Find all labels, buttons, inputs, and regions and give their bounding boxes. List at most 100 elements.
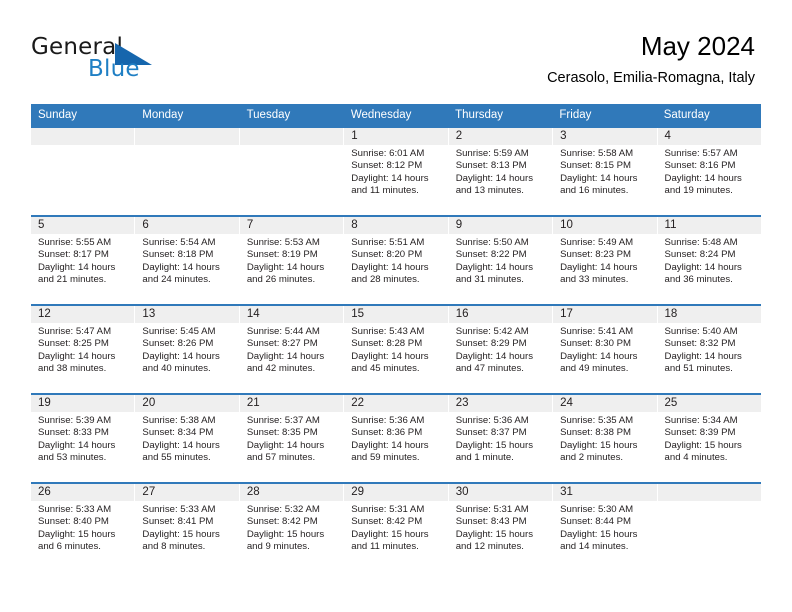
day-info: Sunrise: 5:50 AM Sunset: 8:22 PM Dayligh… [449, 234, 552, 286]
sunrise-text: Sunrise: 5:40 AM [664, 326, 738, 337]
day-cell[interactable]: 23 Sunrise: 5:36 AM Sunset: 8:37 PM Dayl… [448, 395, 554, 482]
day-cell[interactable] [657, 484, 761, 571]
daylight-text-line1: Daylight: 14 hours [560, 350, 638, 362]
day-number: 22 [344, 395, 448, 412]
sunrise-text: Sunrise: 5:43 AM [351, 326, 425, 337]
sunset-text: Sunset: 8:24 PM [664, 249, 736, 261]
daylight-text-line2: and 51 minutes. [664, 362, 733, 374]
sunrise-text: Sunrise: 5:37 AM [246, 415, 320, 426]
day-cell[interactable]: 20 Sunrise: 5:38 AM Sunset: 8:34 PM Dayl… [135, 395, 240, 482]
day-info: Sunrise: 5:58 AM Sunset: 8:15 PM Dayligh… [553, 145, 656, 197]
day-cell[interactable]: 12 Sunrise: 5:47 AM Sunset: 8:25 PM Dayl… [31, 306, 136, 393]
daylight-text-line2: and 26 minutes. [246, 273, 316, 285]
day-cell[interactable]: 30 Sunrise: 5:31 AM Sunset: 8:43 PM Dayl… [448, 484, 554, 571]
day-number: 24 [553, 395, 657, 412]
day-cell[interactable]: 28 Sunrise: 5:32 AM Sunset: 8:42 PM Dayl… [239, 484, 345, 571]
day-cell[interactable]: 5 Sunrise: 5:55 AM Sunset: 8:17 PM Dayli… [31, 217, 136, 304]
sunrise-text: Sunrise: 5:59 AM [455, 148, 529, 159]
day-cell[interactable]: 11 Sunrise: 5:48 AM Sunset: 8:24 PM Dayl… [657, 217, 761, 304]
day-number: 4 [657, 128, 761, 145]
day-cell[interactable]: 9 Sunrise: 5:50 AM Sunset: 8:22 PM Dayli… [448, 217, 554, 304]
day-cell[interactable]: 2 Sunrise: 5:59 AM Sunset: 8:13 PM Dayli… [448, 128, 554, 215]
day-number: 1 [344, 128, 448, 145]
week-row: 12 Sunrise: 5:47 AM Sunset: 8:25 PM Dayl… [31, 304, 761, 393]
day-info: Sunrise: 5:36 AM Sunset: 8:36 PM Dayligh… [344, 412, 447, 464]
day-cell[interactable]: 8 Sunrise: 5:51 AM Sunset: 8:20 PM Dayli… [344, 217, 449, 304]
day-number [657, 484, 761, 501]
sunset-text: Sunset: 8:40 PM [38, 516, 109, 528]
day-number: 8 [344, 217, 448, 234]
day-cell[interactable]: 7 Sunrise: 5:53 AM Sunset: 8:19 PM Dayli… [239, 217, 345, 304]
week-row: 1 Sunrise: 6:01 AM Sunset: 8:12 PM Dayli… [31, 126, 761, 215]
day-cell[interactable]: 22 Sunrise: 5:36 AM Sunset: 8:36 PM Dayl… [344, 395, 449, 482]
weekday-header-wednesday: Wednesday [350, 109, 412, 121]
day-info: Sunrise: 5:45 AM Sunset: 8:26 PM Dayligh… [135, 323, 238, 375]
daylight-text-line1: Daylight: 14 hours [455, 261, 534, 273]
general-blue-logo[interactable]: General Blue [31, 34, 211, 84]
sunset-text: Sunset: 8:25 PM [38, 338, 109, 350]
daylight-text-line1: Daylight: 14 hours [351, 261, 429, 273]
day-number: 3 [553, 128, 657, 145]
day-number: 23 [448, 395, 553, 412]
day-info: Sunrise: 5:55 AM Sunset: 8:17 PM Dayligh… [31, 234, 134, 286]
day-cell[interactable]: 31 Sunrise: 5:30 AM Sunset: 8:44 PM Dayl… [553, 484, 658, 571]
day-cell[interactable]: 1 Sunrise: 6:01 AM Sunset: 8:12 PM Dayli… [344, 128, 449, 215]
sunrise-text: Sunrise: 5:33 AM [142, 504, 216, 515]
sunset-text: Sunset: 8:29 PM [455, 338, 527, 350]
week-row: 5 Sunrise: 5:55 AM Sunset: 8:17 PM Dayli… [31, 215, 761, 304]
sunset-text: Sunset: 8:19 PM [246, 249, 318, 261]
sunrise-text: Sunrise: 5:39 AM [38, 415, 112, 426]
day-cell[interactable]: 15 Sunrise: 5:43 AM Sunset: 8:28 PM Dayl… [344, 306, 449, 393]
day-cell[interactable]: 26 Sunrise: 5:33 AM Sunset: 8:40 PM Dayl… [31, 484, 136, 571]
day-cell[interactable]: 14 Sunrise: 5:44 AM Sunset: 8:27 PM Dayl… [239, 306, 345, 393]
sunset-text: Sunset: 8:18 PM [142, 249, 214, 261]
day-cell[interactable]: 10 Sunrise: 5:49 AM Sunset: 8:23 PM Dayl… [553, 217, 658, 304]
day-number: 25 [657, 395, 761, 412]
sunrise-text: Sunrise: 5:48 AM [664, 237, 738, 248]
daylight-text-line2: and 9 minutes. [246, 540, 310, 552]
day-cell[interactable]: 25 Sunrise: 5:34 AM Sunset: 8:39 PM Dayl… [657, 395, 761, 482]
day-cell[interactable]: 6 Sunrise: 5:54 AM Sunset: 8:18 PM Dayli… [135, 217, 240, 304]
day-info: Sunrise: 5:35 AM Sunset: 8:38 PM Dayligh… [553, 412, 656, 464]
day-number: 21 [239, 395, 344, 412]
daylight-text-line1: Daylight: 15 hours [560, 528, 638, 540]
page-header: General Blue May 2024 Cerasolo, Emilia-R… [0, 0, 792, 104]
day-cell[interactable]: 29 Sunrise: 5:31 AM Sunset: 8:42 PM Dayl… [344, 484, 449, 571]
day-number: 30 [448, 484, 553, 501]
daylight-text-line2: and 42 minutes. [246, 362, 316, 374]
daylight-text-line1: Daylight: 15 hours [455, 528, 534, 540]
daylight-text-line2: and 13 minutes. [455, 184, 524, 196]
day-cell[interactable]: 17 Sunrise: 5:41 AM Sunset: 8:30 PM Dayl… [553, 306, 658, 393]
day-cell[interactable]: 18 Sunrise: 5:40 AM Sunset: 8:32 PM Dayl… [657, 306, 761, 393]
day-info: Sunrise: 5:44 AM Sunset: 8:27 PM Dayligh… [240, 323, 343, 375]
sunrise-text: Sunrise: 5:47 AM [38, 326, 112, 337]
sunrise-text: Sunrise: 5:30 AM [560, 504, 634, 515]
daylight-text-line1: Daylight: 14 hours [142, 350, 220, 362]
sunset-text: Sunset: 8:16 PM [664, 160, 736, 172]
day-cell[interactable]: 27 Sunrise: 5:33 AM Sunset: 8:41 PM Dayl… [135, 484, 240, 571]
day-info [240, 145, 343, 148]
day-cell[interactable]: 3 Sunrise: 5:58 AM Sunset: 8:15 PM Dayli… [553, 128, 658, 215]
daylight-text-line1: Daylight: 14 hours [351, 350, 429, 362]
daylight-text-line2: and 12 minutes. [455, 540, 524, 552]
day-number: 11 [657, 217, 761, 234]
day-number: 31 [553, 484, 657, 501]
sunset-text: Sunset: 8:28 PM [351, 338, 423, 350]
day-cell[interactable]: 4 Sunrise: 5:57 AM Sunset: 8:16 PM Dayli… [657, 128, 761, 215]
day-cell[interactable]: 24 Sunrise: 5:35 AM Sunset: 8:38 PM Dayl… [553, 395, 658, 482]
day-cell[interactable] [31, 128, 136, 215]
day-cell[interactable]: 19 Sunrise: 5:39 AM Sunset: 8:33 PM Dayl… [31, 395, 136, 482]
day-cell[interactable]: 21 Sunrise: 5:37 AM Sunset: 8:35 PM Dayl… [239, 395, 345, 482]
day-number: 2 [448, 128, 553, 145]
location-subtitle: Cerasolo, Emilia-Romagna, Italy [547, 70, 755, 86]
day-cell[interactable]: 13 Sunrise: 5:45 AM Sunset: 8:26 PM Dayl… [135, 306, 240, 393]
sunset-text: Sunset: 8:32 PM [664, 338, 736, 350]
daylight-text-line2: and 16 minutes. [560, 184, 629, 196]
day-cell[interactable] [135, 128, 240, 215]
daylight-text-line1: Daylight: 14 hours [246, 350, 325, 362]
weekday-header-monday: Monday [142, 109, 184, 121]
daylight-text-line2: and 59 minutes. [351, 451, 420, 463]
day-cell[interactable]: 16 Sunrise: 5:42 AM Sunset: 8:29 PM Dayl… [448, 306, 554, 393]
day-cell[interactable] [239, 128, 345, 215]
sunset-text: Sunset: 8:42 PM [351, 516, 423, 528]
